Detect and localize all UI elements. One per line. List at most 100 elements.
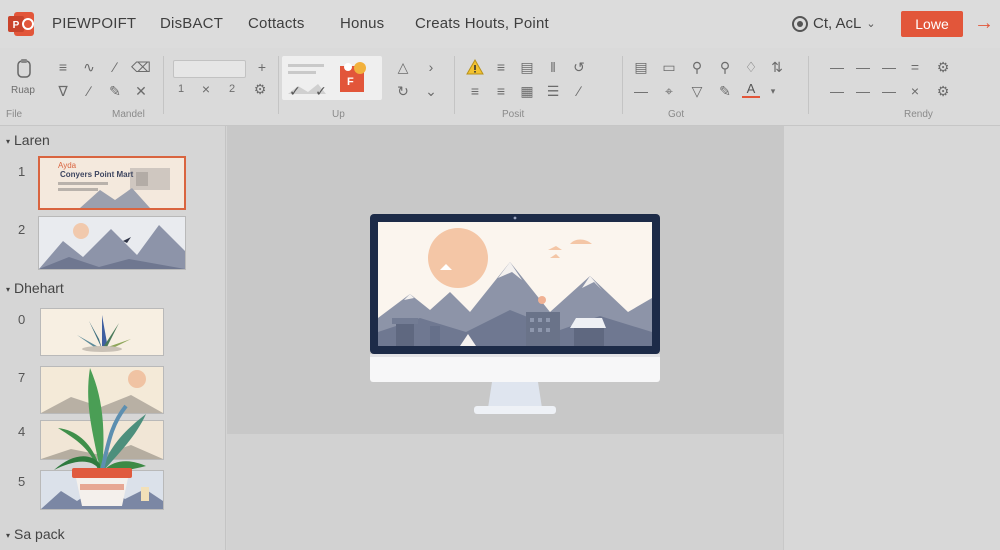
- align-left-icon[interactable]: ≡: [466, 82, 484, 100]
- slide-number: 1: [18, 164, 26, 179]
- ribbon-group-styles: F ✓ ✓ △ › ↻ ⌄ Up: [280, 50, 450, 122]
- grid-icon[interactable]: ▦: [518, 82, 536, 100]
- menu-item-file[interactable]: PIEWPOIFT: [52, 15, 136, 32]
- menu-item-create[interactable]: Creats Houts, Point: [415, 15, 549, 32]
- filter-icon[interactable]: ▽: [688, 82, 706, 100]
- section-header[interactable]: ▾ Sa pack: [6, 526, 65, 542]
- thumbnail-graphic: [41, 309, 163, 355]
- line-icon[interactable]: ∕: [106, 58, 124, 76]
- pencil-icon[interactable]: ✎: [106, 82, 124, 100]
- align-center-icon[interactable]: ≡: [492, 82, 510, 100]
- gear-icon[interactable]: ⚙: [934, 58, 952, 76]
- plant-illustration: [54, 368, 146, 506]
- slides-icon[interactable]: ▤: [632, 58, 650, 76]
- shape-icon[interactable]: △: [394, 58, 412, 76]
- ribbon-group-label: Mandel: [112, 109, 145, 120]
- columns-icon[interactable]: ‖: [544, 58, 562, 76]
- slash-icon[interactable]: ∕: [570, 82, 588, 100]
- ribbon: Ruap ≡ ∿ ∕ ⌫ ∇ ∕ ✎ ✕ File Mandel + 1 × 2…: [0, 48, 1000, 126]
- title-bar: P PIEWPOIFT DisBACT Cottacts Honus Creat…: [0, 0, 1000, 48]
- warning-icon[interactable]: [466, 58, 484, 76]
- monitor-icon[interactable]: ▭: [660, 58, 678, 76]
- paste-label[interactable]: Ruap: [11, 85, 35, 96]
- section-header[interactable]: ▾ Dhehart: [6, 280, 64, 296]
- crop-icon[interactable]: ⌖: [660, 82, 678, 100]
- dash-icon[interactable]: —: [880, 58, 898, 76]
- thumbnail-tag: Ayda: [58, 161, 77, 170]
- notes-area[interactable]: [227, 434, 783, 550]
- swap-icon[interactable]: ⇅: [768, 58, 786, 76]
- arrow-right-icon[interactable]: →: [974, 12, 996, 34]
- squiggle-icon[interactable]: ∿: [80, 58, 98, 76]
- style-badge: F: [347, 76, 354, 88]
- slide-number: 2: [18, 222, 26, 237]
- slide-thumbnail-1[interactable]: Ayda Conyers Point Mart: [38, 156, 186, 210]
- dash-icon[interactable]: —: [828, 58, 846, 76]
- thumbnail-title: Conyers Point Mart: [60, 170, 134, 179]
- filter-icon[interactable]: ∇: [54, 82, 72, 100]
- section-title: Sa pack: [14, 526, 65, 542]
- account-menu[interactable]: Ct, AcL ⌄: [792, 15, 876, 32]
- ribbon-group-label: Up: [332, 109, 345, 120]
- close-icon[interactable]: ×: [906, 82, 924, 100]
- slide-number: 5: [18, 474, 26, 489]
- chevron-down-icon[interactable]: ▾: [764, 82, 782, 100]
- font-name-input[interactable]: [173, 60, 246, 78]
- ribbon-group-label: Rendy: [904, 109, 933, 120]
- ribbon-group-drawing: ▤ ▭ ⚲ ⚲ ♢ ⇅ — ⌖ ▽ ✎ A ▾ Got: [624, 50, 804, 122]
- tag-icon[interactable]: ♢: [742, 58, 760, 76]
- minus-icon[interactable]: —: [632, 82, 650, 100]
- equal-icon[interactable]: =: [906, 58, 924, 76]
- ribbon-group-arrange: — — — = ⚙ — — — × ⚙ Rendy: [810, 50, 1000, 122]
- ribbon-group-label: File: [6, 109, 23, 120]
- slide-number: 4: [18, 424, 26, 439]
- slide-thumbnail-2[interactable]: [38, 216, 186, 270]
- clipboard-icon[interactable]: [16, 58, 32, 78]
- settings-icon[interactable]: ⚙: [251, 80, 269, 98]
- ribbon-group-label: Got: [668, 109, 685, 120]
- pin-icon[interactable]: ⚲: [716, 58, 734, 76]
- thumbnail-graphic: [39, 217, 185, 269]
- format-painter-icon[interactable]: ≡: [54, 58, 72, 76]
- list-icon[interactable]: ☰: [544, 82, 562, 100]
- check-icon: ✓: [315, 83, 327, 99]
- dash-icon[interactable]: —: [828, 82, 846, 100]
- chevron-down-icon: ⌄: [866, 18, 876, 30]
- slide-number: 0: [18, 312, 26, 327]
- styles-gallery[interactable]: F ✓ ✓: [282, 56, 382, 100]
- menu-item-insert[interactable]: DisBACT: [160, 15, 223, 32]
- dash-icon[interactable]: —: [880, 82, 898, 100]
- right-panel: [783, 126, 1000, 550]
- pencil-icon[interactable]: ✎: [716, 82, 734, 100]
- dash-icon[interactable]: —: [854, 82, 872, 100]
- gear-icon[interactable]: ⚙: [934, 82, 952, 100]
- menu-item-home[interactable]: Honus: [340, 15, 384, 32]
- eraser-icon[interactable]: ⌫: [131, 58, 151, 76]
- font-size-value[interactable]: 2: [229, 83, 235, 95]
- dash-icon[interactable]: —: [854, 58, 872, 76]
- section-header[interactable]: ▾ Laren: [6, 132, 50, 148]
- section-title: Laren: [14, 132, 50, 148]
- link-icon[interactable]: ∕: [80, 82, 98, 100]
- slide-canvas[interactable]: [227, 126, 783, 434]
- svg-text:P: P: [13, 20, 20, 31]
- account-name: Ct, AcL: [813, 15, 862, 32]
- ribbon-group-font: + 1 × 2 ⚙: [165, 50, 277, 122]
- login-button[interactable]: Lowe: [901, 11, 963, 37]
- clear-format-icon[interactable]: ✕: [132, 82, 150, 100]
- chevron-down-icon[interactable]: ⌄: [422, 82, 440, 100]
- menu-item-contacts[interactable]: Cottacts: [248, 15, 305, 32]
- refresh-icon[interactable]: ↺: [570, 58, 588, 76]
- search-icon[interactable]: ⚲: [688, 58, 706, 76]
- plus-icon[interactable]: +: [253, 58, 271, 76]
- chevron-right-icon[interactable]: ›: [422, 58, 440, 76]
- close-icon[interactable]: ×: [197, 80, 215, 98]
- slide-thumbnail-3[interactable]: [40, 308, 164, 356]
- powerpoint-logo-icon[interactable]: P: [6, 10, 36, 38]
- font-color-icon[interactable]: A: [742, 80, 760, 98]
- image-icon[interactable]: ▤: [518, 58, 536, 76]
- font-size-value[interactable]: 1: [178, 83, 184, 95]
- ribbon-group-label: Posit: [502, 109, 525, 120]
- rotate-icon[interactable]: ↻: [394, 82, 412, 100]
- bullets-icon[interactable]: ≡: [492, 58, 510, 76]
